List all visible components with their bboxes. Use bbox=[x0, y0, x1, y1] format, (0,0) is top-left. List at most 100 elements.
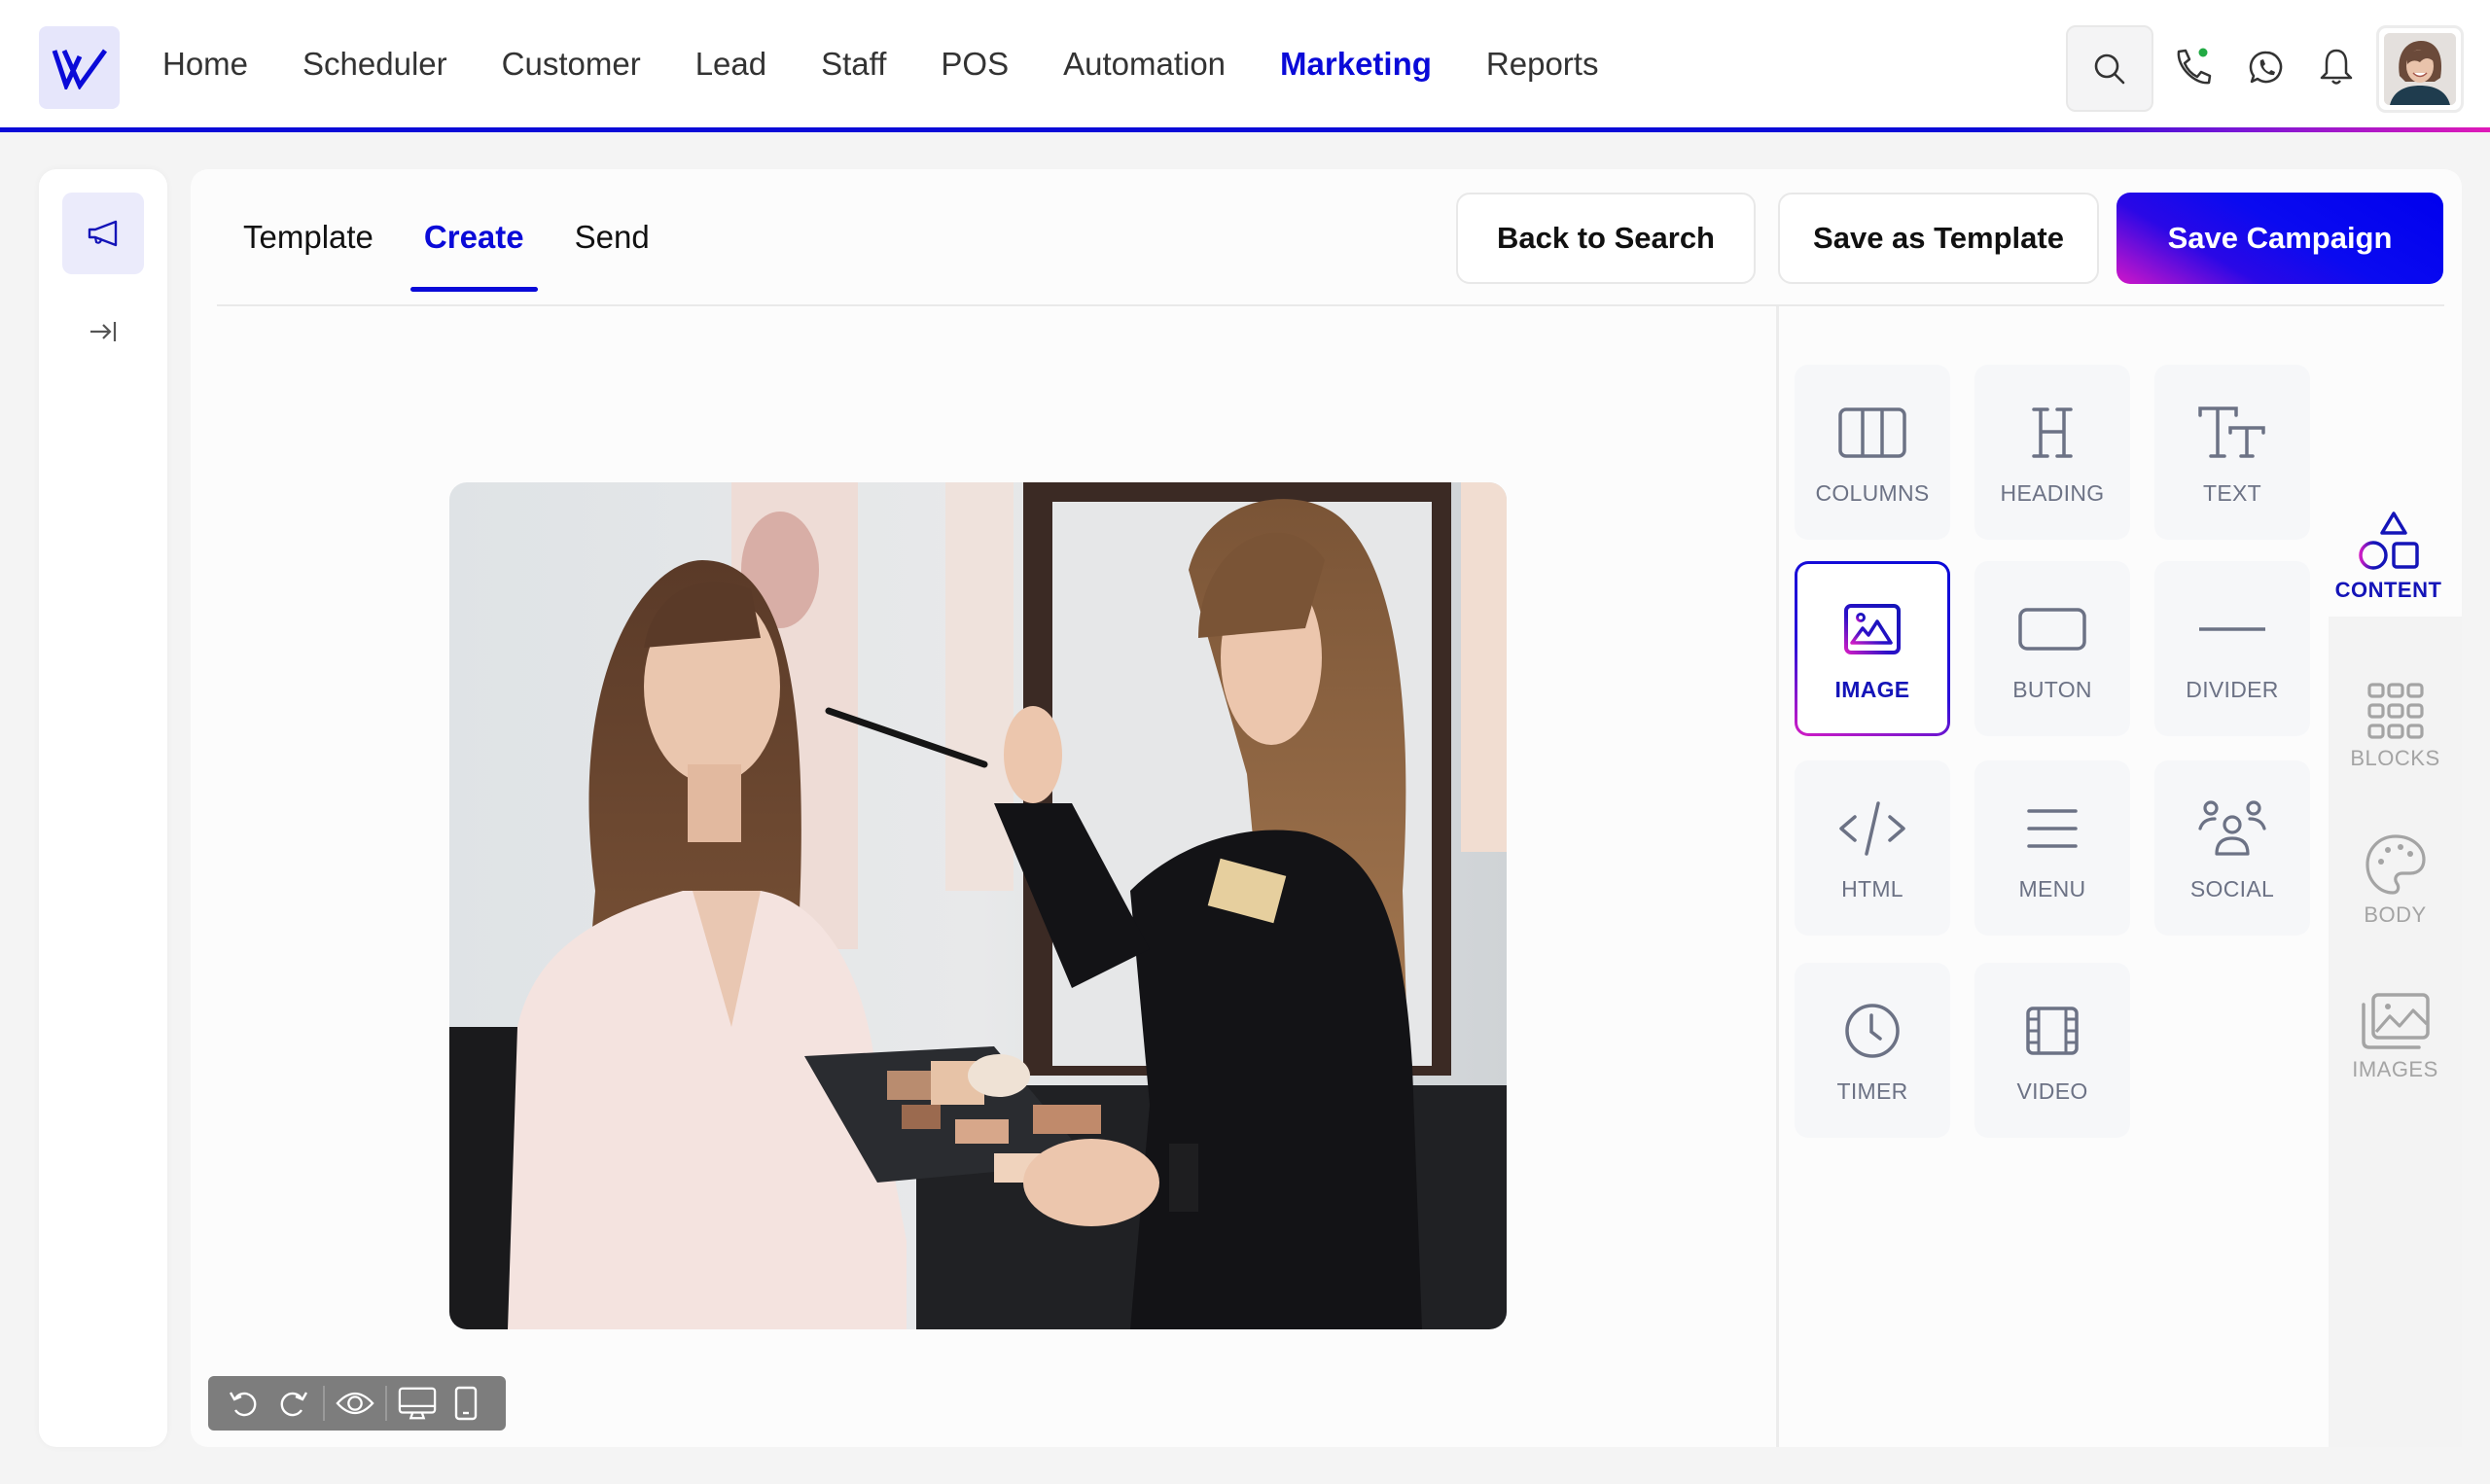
tile-columns[interactable]: COLUMNS bbox=[1795, 365, 1950, 540]
button-icon bbox=[2018, 607, 2086, 651]
email-image-block[interactable] bbox=[449, 482, 1507, 1329]
save-as-template-button[interactable]: Save as Template bbox=[1778, 193, 2099, 284]
tile-label: HTML bbox=[1841, 875, 1903, 901]
tile-label: TEXT bbox=[2203, 479, 2261, 506]
phone-icon bbox=[2177, 48, 2212, 85]
tile-label: COLUMNS bbox=[1815, 479, 1930, 506]
undo-button[interactable] bbox=[225, 1384, 264, 1423]
logo-w-icon bbox=[52, 49, 107, 89]
preview-eye-icon bbox=[336, 1392, 374, 1415]
shapes-icon bbox=[2358, 512, 2419, 570]
nav-automation[interactable]: Automation bbox=[1063, 46, 1226, 83]
tile-label: HEADING bbox=[2000, 479, 2105, 506]
toolbar-separator bbox=[323, 1386, 325, 1421]
tile-text[interactable]: TEXT bbox=[2154, 365, 2310, 540]
rail-tab-blocks[interactable]: BLOCKS bbox=[2329, 682, 2462, 771]
sidebar-item-campaigns[interactable] bbox=[62, 193, 144, 274]
film-icon bbox=[2026, 1006, 2079, 1055]
toolbar-separator bbox=[385, 1386, 387, 1421]
nav-lead[interactable]: Lead bbox=[695, 46, 766, 83]
main-nav: Home Scheduler Customer Lead Staff POS A… bbox=[162, 0, 1653, 128]
palette-icon bbox=[2365, 834, 2426, 895]
tile-label: DIVIDER bbox=[2186, 676, 2279, 702]
bell-icon bbox=[2320, 49, 2353, 85]
left-sidebar bbox=[39, 169, 167, 1447]
tile-html[interactable]: HTML bbox=[1795, 760, 1950, 936]
columns-icon bbox=[1838, 406, 1906, 458]
top-navigation-bar: Home Scheduler Customer Lead Staff POS A… bbox=[0, 0, 2490, 132]
images-icon bbox=[2361, 993, 2430, 1049]
online-status-dot bbox=[2198, 48, 2208, 57]
notifications-button[interactable] bbox=[2315, 46, 2358, 88]
rail-label: IMAGES bbox=[2352, 1057, 2438, 1081]
back-to-search-button[interactable]: Back to Search bbox=[1456, 193, 1756, 284]
nav-home[interactable]: Home bbox=[162, 46, 248, 83]
rail-tab-content[interactable]: CONTENT bbox=[2315, 338, 2462, 617]
mobile-icon bbox=[454, 1386, 478, 1421]
topbar-accent-line bbox=[0, 127, 2490, 132]
desktop-view-button[interactable] bbox=[398, 1384, 437, 1423]
whatsapp-button[interactable] bbox=[2245, 46, 2288, 88]
save-campaign-button[interactable]: Save Campaign bbox=[2116, 193, 2443, 284]
tab-create[interactable]: Create bbox=[409, 169, 538, 305]
divider-icon bbox=[2199, 626, 2265, 631]
megaphone-icon bbox=[88, 220, 118, 247]
nav-reports[interactable]: Reports bbox=[1486, 46, 1599, 83]
grid-icon bbox=[2366, 683, 2424, 739]
heading-icon bbox=[2032, 406, 2073, 458]
nav-staff[interactable]: Staff bbox=[821, 46, 886, 83]
canvas-toolbar bbox=[208, 1376, 506, 1431]
code-icon bbox=[1839, 800, 1905, 856]
tile-menu[interactable]: MENU bbox=[1974, 760, 2130, 936]
redo-icon bbox=[280, 1392, 308, 1417]
rail-label: BODY bbox=[2364, 902, 2427, 927]
nav-pos[interactable]: POS bbox=[941, 46, 1009, 83]
mobile-view-button[interactable] bbox=[446, 1384, 485, 1423]
tile-heading[interactable]: HEADING bbox=[1974, 365, 2130, 540]
tile-button[interactable]: BUTON bbox=[1974, 561, 2130, 736]
tile-label: BUTON bbox=[2012, 676, 2092, 702]
user-avatar[interactable] bbox=[2376, 25, 2464, 113]
rail-tab-body[interactable]: BODY bbox=[2329, 832, 2462, 928]
image-icon bbox=[1844, 603, 1901, 654]
tab-send[interactable]: Send bbox=[561, 169, 663, 305]
clock-icon bbox=[1845, 1003, 1900, 1058]
avatar-photo bbox=[2384, 33, 2456, 105]
rail-label: CONTENT bbox=[2334, 578, 2442, 602]
tile-timer[interactable]: TIMER bbox=[1795, 963, 1950, 1138]
redo-button[interactable] bbox=[273, 1384, 312, 1423]
search-button[interactable] bbox=[2066, 25, 2153, 112]
tile-label: SOCIAL bbox=[2189, 875, 2275, 901]
nav-scheduler[interactable]: Scheduler bbox=[302, 46, 447, 83]
nav-marketing[interactable]: Marketing bbox=[1280, 46, 1432, 83]
tile-divider[interactable]: DIVIDER bbox=[2154, 561, 2310, 736]
tile-label: VIDEO bbox=[2016, 1078, 2088, 1104]
editor-right-rail: CONTENT BLOCKS BODY IMAGES bbox=[2315, 338, 2462, 1447]
preview-button[interactable] bbox=[336, 1384, 374, 1423]
tile-label: IMAGE bbox=[1834, 676, 1910, 702]
tile-video[interactable]: VIDEO bbox=[1974, 963, 2130, 1138]
tabs-divider bbox=[217, 304, 2444, 306]
nav-customer[interactable]: Customer bbox=[502, 46, 641, 83]
undo-icon bbox=[229, 1392, 257, 1417]
app-logo[interactable] bbox=[39, 26, 120, 109]
tile-image[interactable]: IMAGE bbox=[1795, 561, 1950, 736]
rail-tab-images[interactable]: IMAGES bbox=[2329, 991, 2462, 1082]
tile-label: MENU bbox=[2018, 875, 2086, 901]
menu-icon bbox=[2027, 808, 2078, 848]
editor-tabs: Template Create Send bbox=[230, 169, 687, 305]
tile-social[interactable]: SOCIAL bbox=[2154, 760, 2310, 936]
tile-label: TIMER bbox=[1836, 1078, 1908, 1104]
search-icon bbox=[2094, 53, 2125, 84]
phone-button[interactable] bbox=[2171, 46, 2214, 88]
desktop-icon bbox=[398, 1387, 437, 1420]
whatsapp-icon bbox=[2249, 51, 2283, 84]
campaign-editor-panel: Template Create Send Back to Search Save… bbox=[191, 169, 2462, 1447]
panel-divider bbox=[1776, 306, 1779, 1447]
expand-right-icon bbox=[90, 322, 117, 341]
rail-label: BLOCKS bbox=[2350, 746, 2440, 770]
makeup-photo bbox=[449, 482, 1507, 1329]
sidebar-expand-button[interactable] bbox=[82, 312, 124, 351]
text-icon bbox=[2198, 406, 2265, 458]
tab-template[interactable]: Template bbox=[230, 169, 387, 305]
